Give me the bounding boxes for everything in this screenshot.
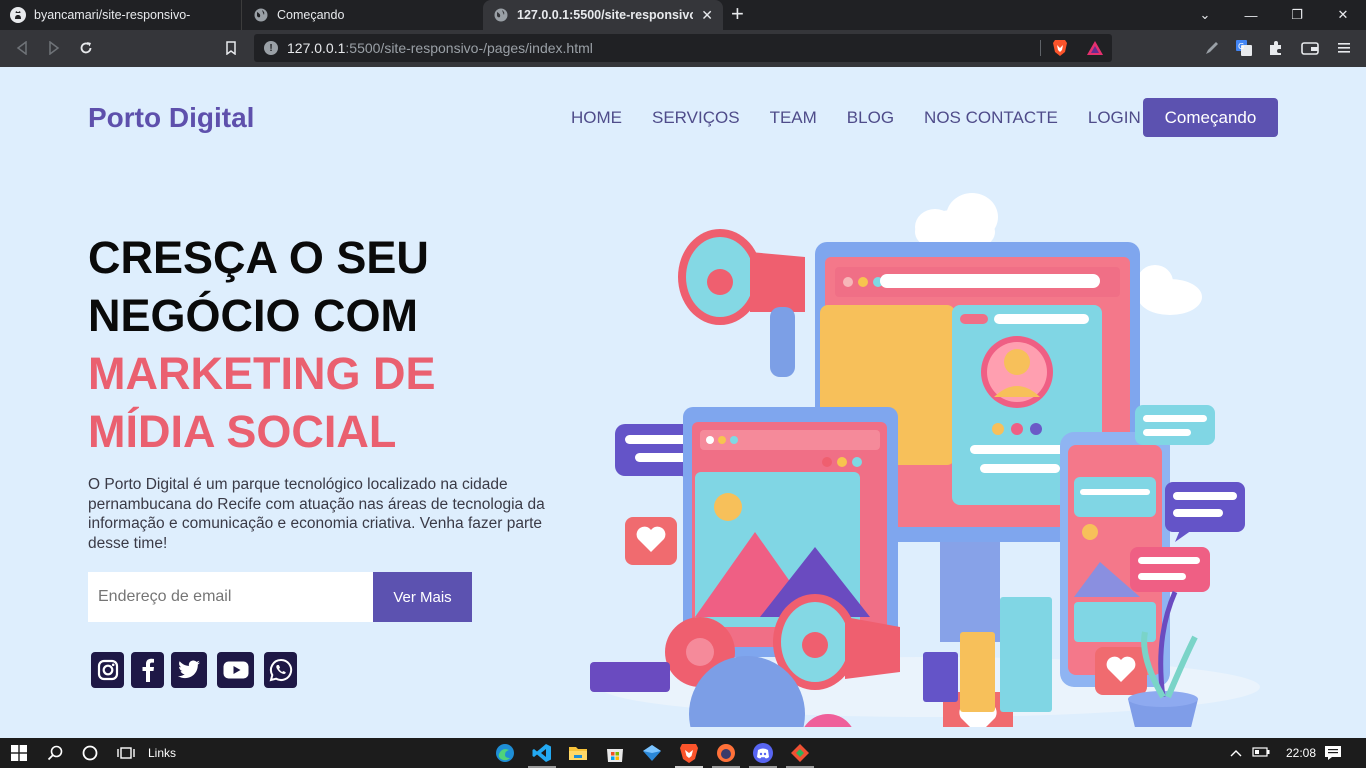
headline-line: CRESÇA O SEU [88, 232, 429, 283]
tab-comecando[interactable]: Começando [243, 0, 481, 30]
translate-icon[interactable]: G [1235, 39, 1253, 57]
comecando-button[interactable]: Começando [1143, 98, 1278, 137]
gitkraken-icon[interactable] [789, 742, 811, 764]
wallet-icon[interactable] [1301, 39, 1319, 57]
headline-line: NEGÓCIO COM [88, 290, 419, 341]
chevron-down-icon[interactable]: ⌄ [1182, 7, 1228, 23]
vscode-icon[interactable] [531, 742, 553, 764]
app-icon[interactable] [641, 742, 663, 764]
battery-icon[interactable] [1252, 746, 1270, 760]
svg-text:G: G [1238, 42, 1244, 51]
tab-github[interactable]: byancamari/site-responsivo- [0, 0, 242, 30]
twitter-icon[interactable] [171, 652, 207, 688]
hero-headline: CRESÇA O SEU NEGÓCIO COM MARKETING DE MÍ… [88, 229, 436, 461]
nav-servicos[interactable]: SERVIÇOS [652, 108, 740, 128]
site-logo[interactable]: Porto Digital [88, 102, 254, 134]
tab-title: 127.0.0.1:5500/site-responsivo-/pages/in… [517, 8, 694, 22]
nav-blog[interactable]: BLOG [847, 108, 894, 128]
headline-accent-line: MARKETING DE [88, 348, 436, 399]
globe-icon [493, 7, 509, 23]
close-tab-icon[interactable]: ✕ [701, 7, 713, 24]
address-bar[interactable]: ! 127.0.0.1:5500/site-responsivo-/pages/… [254, 34, 1112, 62]
file-explorer-icon[interactable] [567, 742, 589, 764]
task-view-icon[interactable] [115, 738, 137, 768]
url-path: :5500/site-responsivo-/pages/index.html [345, 40, 593, 56]
main-nav: HOME SERVIÇOS TEAM BLOG NOS CONTACTE LOG… [571, 108, 1171, 128]
tab-title: byancamari/site-responsivo- [34, 8, 191, 22]
info-icon[interactable]: ! [264, 41, 278, 55]
browser-toolbar: ! 127.0.0.1:5500/site-responsivo-/pages/… [0, 30, 1366, 67]
bookmark-icon[interactable] [221, 38, 241, 58]
url-host: 127.0.0.1 [287, 40, 346, 56]
forward-icon[interactable] [44, 38, 64, 58]
new-tab-icon[interactable]: + [731, 3, 744, 25]
cortana-icon[interactable] [79, 738, 101, 768]
tab-title: Começando [277, 8, 345, 22]
firefox-dev-icon[interactable] [715, 742, 737, 764]
email-input[interactable] [88, 572, 373, 622]
nav-login[interactable]: LOGIN [1088, 108, 1141, 128]
browser-tab-bar: byancamari/site-responsivo- Começando 12… [0, 0, 1366, 30]
brave-rewards-icon[interactable] [1086, 40, 1104, 56]
windows-start-icon[interactable] [8, 738, 30, 768]
whatsapp-icon[interactable] [264, 652, 297, 688]
nav-contact[interactable]: NOS CONTACTE [924, 108, 1058, 128]
chevron-up-icon[interactable] [1230, 746, 1242, 760]
window-controls: ⌄ — ❐ ✕ [1182, 0, 1366, 30]
links-toolbar[interactable]: Links [148, 738, 176, 768]
nav-home[interactable]: HOME [571, 108, 622, 128]
web-page: Porto Digital HOME SERVIÇOS TEAM BLOG NO… [0, 67, 1366, 738]
instagram-icon[interactable] [91, 652, 124, 688]
tab-active[interactable]: 127.0.0.1:5500/site-responsivo-/pages/in… [483, 0, 723, 30]
reload-icon[interactable] [76, 38, 96, 58]
puzzle-extensions-icon[interactable] [1267, 39, 1285, 57]
pen-icon[interactable] [1203, 39, 1221, 57]
notifications-icon[interactable] [1322, 738, 1344, 768]
back-icon[interactable] [12, 38, 32, 58]
clock[interactable]: 22:08 [1286, 746, 1316, 760]
search-icon[interactable] [44, 738, 66, 768]
brave-shields-icon[interactable] [1052, 39, 1068, 57]
minimize-icon[interactable]: — [1228, 8, 1274, 23]
divider [1040, 40, 1041, 56]
edge-icon[interactable] [494, 742, 516, 764]
menu-icon[interactable] [1335, 39, 1353, 57]
system-tray: 22:08 [1230, 738, 1316, 768]
headline-accent-line: MÍDIA SOCIAL [88, 406, 397, 457]
nav-team[interactable]: TEAM [770, 108, 817, 128]
windows-taskbar: Links 22:08 [0, 738, 1366, 768]
social-media-illustration [590, 193, 1260, 727]
store-icon[interactable] [604, 742, 626, 764]
brave-icon[interactable] [678, 742, 700, 764]
close-icon[interactable]: ✕ [1320, 7, 1366, 23]
ver-mais-button[interactable]: Ver Mais [373, 572, 472, 622]
restore-icon[interactable]: ❐ [1274, 7, 1320, 23]
youtube-icon[interactable] [217, 652, 254, 688]
globe-icon [253, 7, 269, 23]
github-icon [10, 7, 26, 23]
discord-icon[interactable] [752, 742, 774, 764]
facebook-icon[interactable] [131, 652, 164, 688]
hero-description: O Porto Digital é um parque tecnológico … [88, 476, 545, 552]
